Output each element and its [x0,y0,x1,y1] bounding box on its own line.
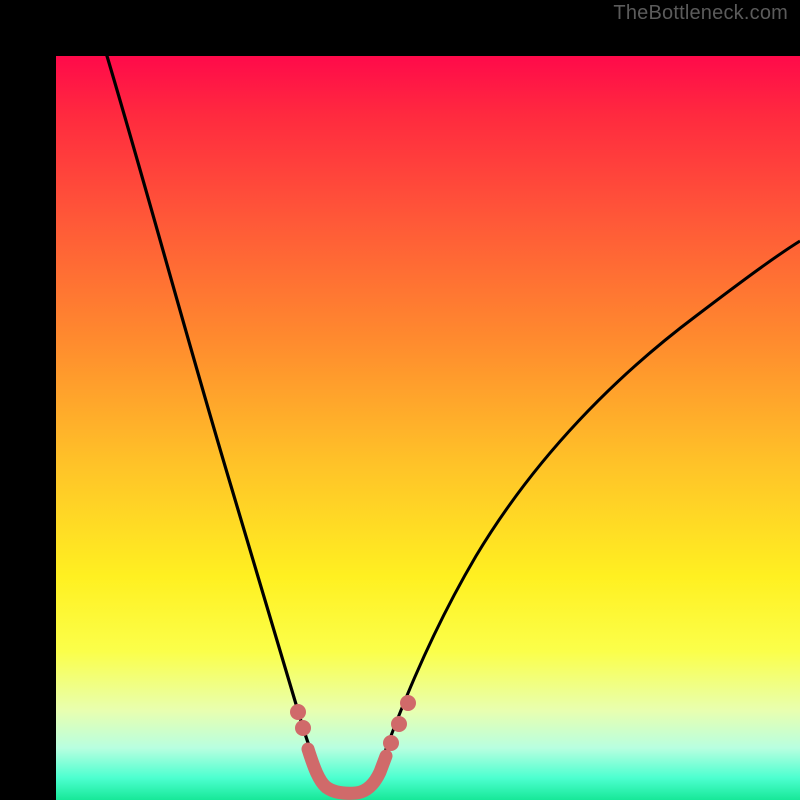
chart-frame [0,0,800,800]
marker-dot [400,695,416,711]
marker-dot [290,704,306,720]
plot-area [56,56,800,800]
marker-dot [295,720,311,736]
marker-dot [383,735,399,751]
curve-bottom-highlight [308,749,386,793]
marker-dot [391,716,407,732]
curve-right [376,241,800,776]
watermark-text: TheBottleneck.com [613,2,788,25]
bottleneck-chart [56,56,800,800]
curve-left [104,56,321,776]
